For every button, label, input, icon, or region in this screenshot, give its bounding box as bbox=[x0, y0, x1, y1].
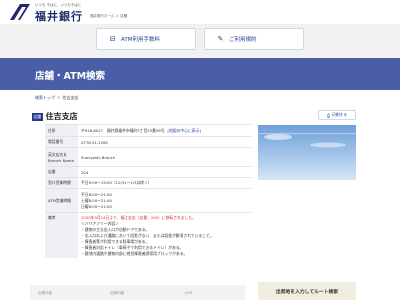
terms-label: ご利用規約 bbox=[229, 37, 257, 43]
site-header: いつも そばに、いつもそばに 福井銀行 福井銀行ホーム ＞ 店舗 bbox=[0, 0, 400, 24]
terms-button[interactable]: ✎ ご利用規約 bbox=[204, 28, 304, 50]
branch-number-label: 店番 bbox=[45, 166, 78, 178]
phone-label: 電話番号 bbox=[45, 136, 78, 148]
photo-tab-exterior[interactable]: 店舗外観 bbox=[38, 291, 52, 296]
atm-icon: ⊟ bbox=[109, 34, 116, 43]
page-title-banner: 店舗・ATM検索 bbox=[0, 58, 400, 90]
address-label: 住所 bbox=[45, 124, 78, 137]
breadcrumb-separator: > bbox=[57, 95, 61, 100]
counter-hours-label: 窓口営業時間 bbox=[45, 177, 78, 189]
pencil-icon: ✎ bbox=[217, 34, 224, 43]
printer-icon: ⎙ bbox=[326, 112, 330, 118]
breadcrumb-current: 住吉支店 bbox=[62, 95, 79, 100]
english-name-label: 英文店名＆Branch Name bbox=[45, 147, 78, 167]
breadcrumb: 検索トップ > 住吉支店 bbox=[35, 95, 78, 101]
table-row: 備考 2020年9月14日より、福江支店（店番：200）に移転されました。 ＜バ… bbox=[45, 212, 251, 258]
counter-hours-value: 平日9:00～15:00（12/31～1/3は除く） bbox=[78, 177, 251, 189]
atm-hours-sunday: 日曜8:00～21:00 bbox=[81, 203, 112, 209]
table-row: 店番 204 bbox=[45, 166, 251, 178]
page-title: 店舗・ATM検索 bbox=[35, 71, 106, 82]
breadcrumb-search-top[interactable]: 検索トップ bbox=[35, 95, 55, 100]
table-row: 電話番号 0776-51-1260 bbox=[45, 136, 251, 148]
atm-hours-label: ATM営業時間 bbox=[45, 188, 78, 213]
english-name-value: Sumiyoshi Branch bbox=[78, 147, 251, 167]
table-row: 窓口営業時間 平日9:00～15:00（12/31～1/3は除く） bbox=[45, 177, 251, 189]
branch-number-value: 204 bbox=[78, 166, 251, 178]
table-row: 住所 〒918-8027 福井県福井市福町3丁目23番39号 [地図の中心に表示] bbox=[45, 124, 251, 137]
print-label: 印刷する bbox=[331, 112, 348, 117]
bank-logo-icon[interactable] bbox=[10, 4, 30, 20]
branch-info-table: 住所 〒918-8027 福井県福井市福町3丁目23番39号 [地図の中心に表示]… bbox=[45, 124, 251, 258]
bank-logo-text[interactable]: 福井銀行 bbox=[35, 8, 83, 24]
photo-tab-atm[interactable]: ATM bbox=[185, 291, 192, 295]
address-value: 〒918-8027 福井県福井市福町3丁目23番39号 bbox=[81, 127, 165, 133]
map-center-link[interactable]: [地図の中心に表示] bbox=[168, 128, 201, 133]
photo-tabs: 店舗外観 店舗内観 ATM bbox=[30, 285, 245, 300]
route-search-box[interactable]: 出発地を入力してルート検索 bbox=[258, 282, 356, 300]
branch-heading: 店舗 住吉支店 bbox=[32, 111, 78, 122]
table-row: 英文店名＆Branch Name Sumiyoshi Branch bbox=[45, 147, 251, 167]
branch-photo bbox=[258, 125, 356, 180]
header-sub-link[interactable]: 福井銀行ホーム ＞ 店舗 bbox=[90, 14, 127, 19]
phone-value: 0776-51-1260 bbox=[78, 136, 251, 148]
print-button[interactable]: ⎙ 印刷する bbox=[318, 110, 356, 120]
barrier-free-item: ・敷地内通路や建物内部に視覚障害者誘導用ブロックがある。 bbox=[81, 251, 188, 256]
table-row: ATM営業時間 平日8:00～21:00 土曜8:00～21:00 日曜8:00… bbox=[45, 188, 251, 213]
atm-fee-button[interactable]: ⊟ ATM利用手数料 bbox=[96, 28, 196, 50]
route-search-label: 出発地を入力してルート検索 bbox=[275, 290, 339, 295]
branch-name: 住吉支店 bbox=[45, 112, 78, 121]
remarks-label: 備考 bbox=[45, 212, 78, 258]
photo-tab-interior[interactable]: 店舗内観 bbox=[110, 291, 124, 296]
atm-fee-label: ATM利用手数料 bbox=[121, 37, 160, 43]
quick-button-band: ⊟ ATM利用手数料 ✎ ご利用規約 bbox=[0, 24, 400, 58]
branch-type-badge: 店舗 bbox=[32, 112, 43, 121]
